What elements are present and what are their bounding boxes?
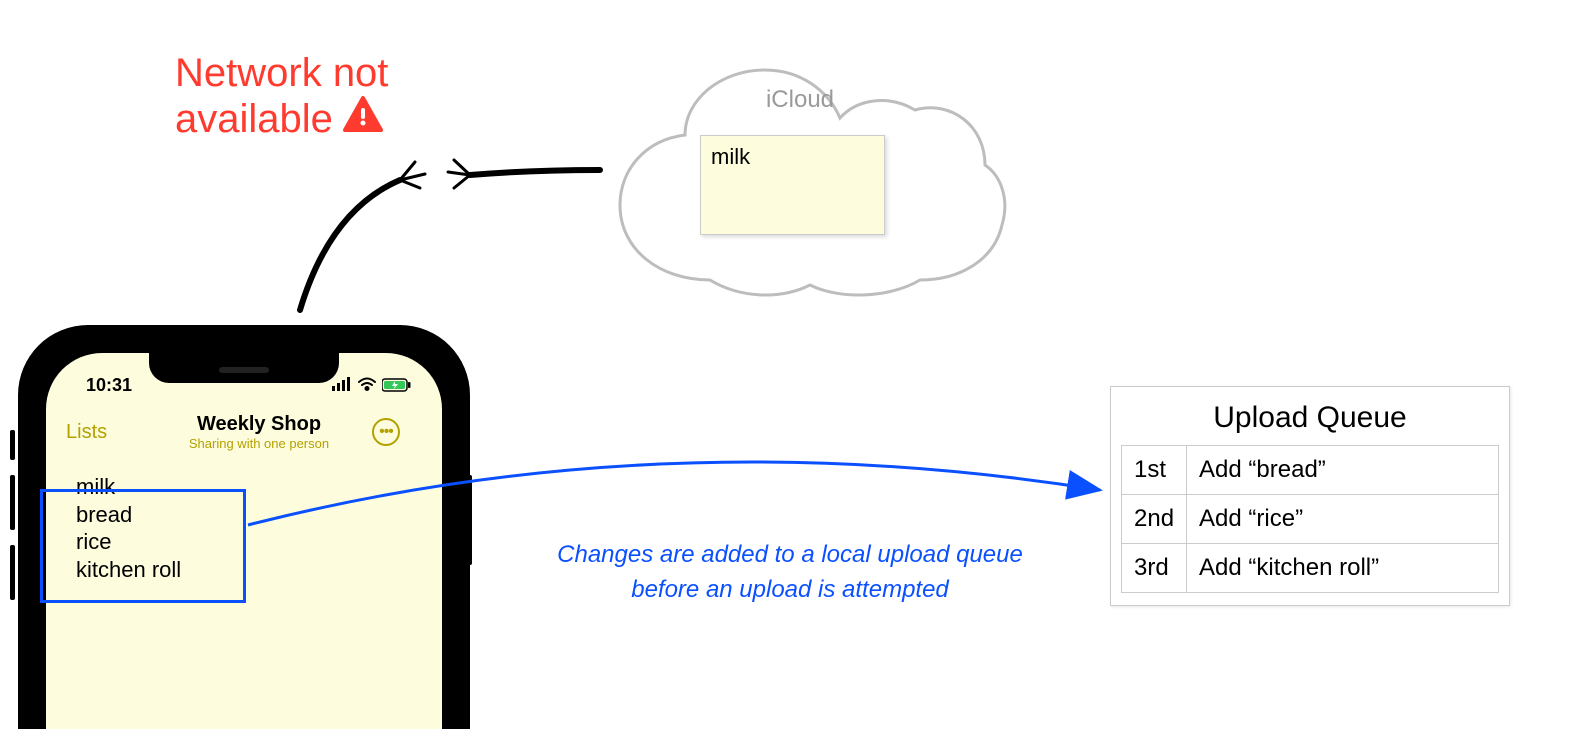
phone-side-button <box>10 430 15 460</box>
warning-line2: available <box>175 96 333 142</box>
battery-icon <box>382 378 412 392</box>
icloud-note-item: milk <box>711 144 750 169</box>
alert-icon <box>343 96 383 142</box>
icloud-cloud: iCloud milk <box>590 40 1010 320</box>
cellular-icon <box>332 375 352 396</box>
table-row: 2nd Add “rice” <box>1122 495 1499 544</box>
table-row: 3rd Add “kitchen roll” <box>1122 544 1499 593</box>
table-row: 1st Add “bread” <box>1122 446 1499 495</box>
wifi-icon <box>358 375 376 396</box>
back-button[interactable]: Lists <box>66 421 146 444</box>
nav-title: Weekly Shop <box>146 413 372 436</box>
broken-wire-icon <box>270 150 610 320</box>
queue-action: Add “kitchen roll” <box>1187 544 1499 593</box>
phone-side-button <box>10 545 15 600</box>
icloud-note-card: milk <box>700 135 885 235</box>
changes-highlight <box>40 489 246 603</box>
icloud-label: iCloud <box>766 86 834 114</box>
queue-order: 3rd <box>1122 544 1187 593</box>
network-warning: Network not available <box>175 50 388 142</box>
queue-action: Add “rice” <box>1187 495 1499 544</box>
queue-order: 2nd <box>1122 495 1187 544</box>
queue-action: Add “bread” <box>1187 446 1499 495</box>
status-time: 10:31 <box>86 375 132 396</box>
caption-text: Changes are added to a local upload queu… <box>520 538 1060 608</box>
status-bar: 10:31 <box>46 371 442 399</box>
queue-order: 1st <box>1122 446 1187 495</box>
queue-title: Upload Queue <box>1111 387 1509 445</box>
warning-line1: Network not <box>175 50 388 96</box>
phone-side-button <box>10 475 15 530</box>
upload-queue: Upload Queue 1st Add “bread” 2nd Add “ri… <box>1110 386 1510 606</box>
